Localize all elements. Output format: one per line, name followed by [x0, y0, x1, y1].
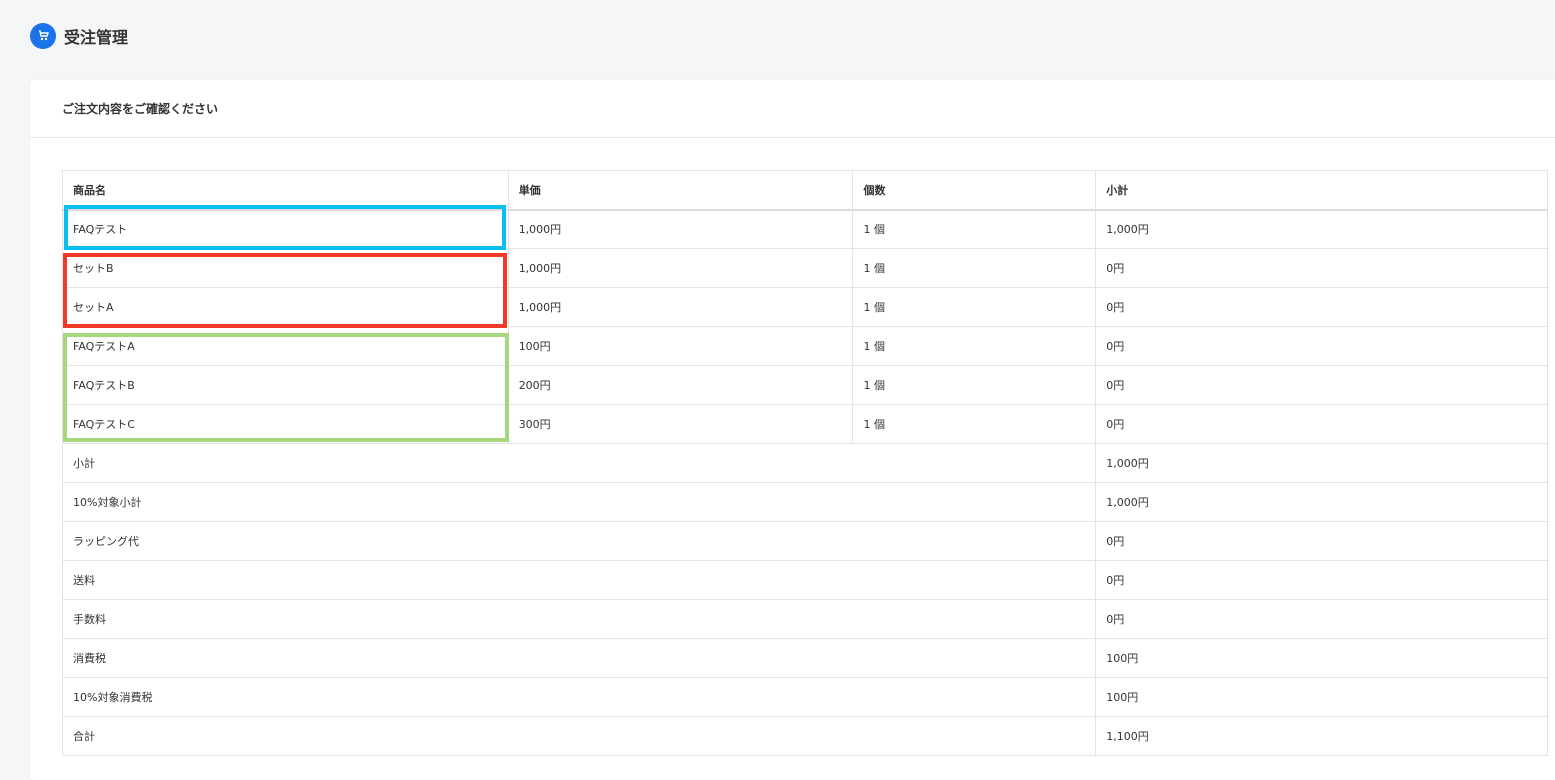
summary-row: 送料 0円 — [61, 560, 1548, 600]
quantity: 1 個 — [852, 326, 1097, 366]
summary-row: 10%対象消費税 100円 — [61, 677, 1548, 717]
line-subtotal: 0円 — [1095, 326, 1548, 366]
product-name: FAQテストC — [62, 404, 509, 444]
unit-price: 1,000円 — [507, 209, 854, 249]
product-name: FAQテストA — [62, 326, 509, 366]
line-subtotal: 0円 — [1095, 248, 1548, 288]
summary-value: 1,000円 — [1095, 482, 1548, 522]
col-header-subtotal: 小計 — [1095, 170, 1548, 211]
col-header-product: 商品名 — [62, 170, 509, 211]
card-title: ご注文内容をご確認ください — [62, 102, 219, 116]
summary-value: 1,000円 — [1095, 443, 1548, 483]
col-header-quantity: 個数 — [852, 170, 1097, 211]
quantity: 1 個 — [852, 287, 1097, 327]
summary-label: 小計 — [61, 443, 1097, 483]
summary-value: 0円 — [1095, 599, 1548, 639]
line-subtotal: 0円 — [1095, 365, 1548, 405]
quantity: 1 個 — [852, 248, 1097, 288]
line-subtotal: 0円 — [1095, 287, 1548, 327]
unit-price: 1,000円 — [507, 287, 854, 327]
summary-value: 0円 — [1095, 521, 1548, 561]
col-header-unit-price: 単価 — [507, 170, 854, 211]
summary-value: 100円 — [1095, 677, 1548, 717]
summary-label: 10%対象消費税 — [61, 677, 1097, 717]
summary-row: 手数料 0円 — [61, 599, 1548, 639]
page-header: 受注管理 — [30, 22, 128, 50]
table-header-row: 商品名 単価 個数 小計 — [62, 170, 1548, 211]
unit-price: 100円 — [507, 326, 854, 366]
table-row: FAQテストA 100円 1 個 0円 — [62, 326, 1548, 366]
summary-label: ラッピング代 — [61, 521, 1097, 561]
summary-row: 消費税 100円 — [61, 638, 1548, 678]
product-name: セットA — [62, 287, 509, 327]
line-subtotal: 1,000円 — [1095, 209, 1548, 249]
order-table: 商品名 単価 個数 小計 FAQテスト 1,000円 1 個 1,000円 セッ… — [61, 170, 1548, 756]
page-title: 受注管理 — [64, 28, 129, 47]
summary-label: 手数料 — [61, 599, 1097, 639]
product-name: FAQテスト — [62, 209, 509, 249]
summary-label: 送料 — [61, 560, 1097, 600]
total-label: 合計 — [61, 716, 1097, 756]
table-row: FAQテストC 300円 1 個 0円 — [62, 404, 1548, 444]
table-row: FAQテスト 1,000円 1 個 1,000円 — [62, 209, 1548, 249]
table-row: セットA 1,000円 1 個 0円 — [62, 287, 1548, 327]
summary-row: 10%対象小計 1,000円 — [61, 482, 1548, 522]
card-header: ご注文内容をご確認ください — [30, 80, 1555, 138]
unit-price: 200円 — [507, 365, 854, 405]
line-subtotal: 0円 — [1095, 404, 1548, 444]
quantity: 1 個 — [852, 365, 1097, 405]
total-value: 1,100円 — [1095, 716, 1548, 756]
summary-label: 10%対象小計 — [61, 482, 1097, 522]
unit-price: 300円 — [507, 404, 854, 444]
summary-value: 100円 — [1095, 638, 1548, 678]
table-row: セットB 1,000円 1 個 0円 — [62, 248, 1548, 288]
unit-price: 1,000円 — [507, 248, 854, 288]
table-row: FAQテストB 200円 1 個 0円 — [62, 365, 1548, 405]
summary-label: 消費税 — [61, 638, 1097, 678]
product-name: FAQテストB — [62, 365, 509, 405]
cart-icon — [30, 23, 56, 49]
quantity: 1 個 — [852, 209, 1097, 249]
product-name: セットB — [62, 248, 509, 288]
summary-row: 小計 1,000円 — [61, 443, 1548, 483]
summary-value: 0円 — [1095, 560, 1548, 600]
summary-row: ラッピング代 0円 — [61, 521, 1548, 561]
quantity: 1 個 — [852, 404, 1097, 444]
summary-row-total: 合計 1,100円 — [61, 716, 1548, 756]
